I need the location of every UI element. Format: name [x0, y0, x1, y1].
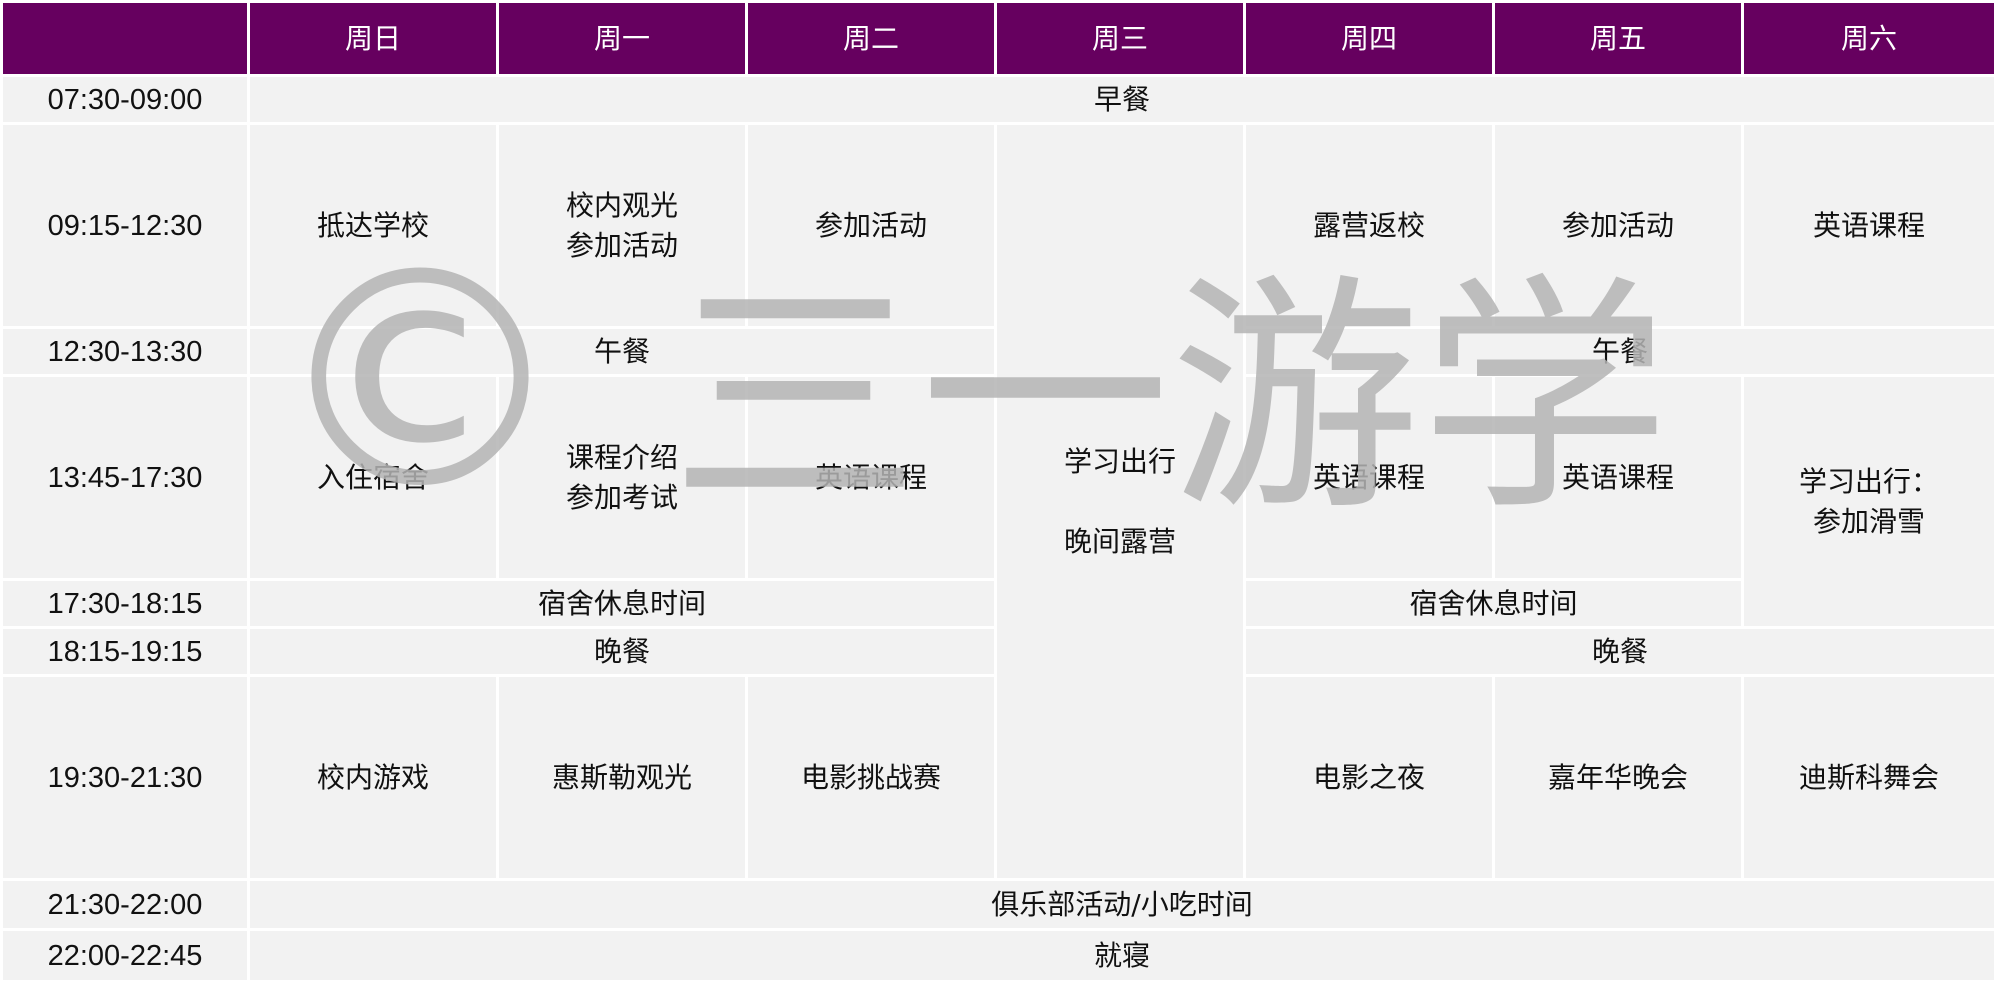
header-day-friday: 周五 [1494, 2, 1743, 76]
row-morning: 09:15-12:30 抵达学校 校内观光 参加活动 参加活动 学习出行 晚间露… [2, 124, 1994, 328]
thursday-afternoon-cell: 英语课程 [1245, 376, 1494, 580]
header-corner [2, 2, 249, 76]
rest-right-cell: 宿舍休息时间 [1245, 580, 1743, 628]
thursday-morning-cell: 露营返校 [1245, 124, 1494, 328]
header-day-monday: 周一 [498, 2, 747, 76]
friday-afternoon-cell: 英语课程 [1494, 376, 1743, 580]
tuesday-morning-cell: 参加活动 [747, 124, 996, 328]
time-cell: 13:45-17:30 [2, 376, 249, 580]
header-day-saturday: 周六 [1743, 2, 1994, 76]
time-cell: 21:30-22:00 [2, 880, 249, 930]
breakfast-cell: 早餐 [249, 76, 1994, 124]
header-day-tuesday: 周二 [747, 2, 996, 76]
thursday-evening-cell: 电影之夜 [1245, 676, 1494, 880]
sunday-evening-cell: 校内游戏 [249, 676, 498, 880]
friday-morning-cell: 参加活动 [1494, 124, 1743, 328]
time-cell: 09:15-12:30 [2, 124, 249, 328]
tuesday-afternoon-cell: 英语课程 [747, 376, 996, 580]
sleep-cell: 就寝 [249, 930, 1994, 982]
header-day-wednesday: 周三 [996, 2, 1245, 76]
header-day-thursday: 周四 [1245, 2, 1494, 76]
row-club: 21:30-22:00 俱乐部活动/小吃时间 [2, 880, 1994, 930]
lunch-right-cell: 午餐 [1245, 328, 1994, 376]
sunday-afternoon-cell: 入住宿舍 [249, 376, 498, 580]
time-cell: 19:30-21:30 [2, 676, 249, 880]
wednesday-trip-spacer [997, 482, 1243, 522]
time-cell: 22:00-22:45 [2, 930, 249, 982]
time-cell: 17:30-18:15 [2, 580, 249, 628]
row-breakfast: 07:30-09:00 早餐 [2, 76, 1994, 124]
sunday-morning-cell: 抵达学校 [249, 124, 498, 328]
time-cell: 12:30-13:30 [2, 328, 249, 376]
rest-left-cell: 宿舍休息时间 [249, 580, 996, 628]
dinner-left-cell: 晚餐 [249, 628, 996, 676]
club-cell: 俱乐部活动/小吃时间 [249, 880, 1994, 930]
saturday-evening-cell: 迪斯科舞会 [1743, 676, 1994, 880]
saturday-afternoon-cell: 学习出行： 参加滑雪 [1743, 376, 1994, 628]
time-cell: 18:15-19:15 [2, 628, 249, 676]
wednesday-trip-cell: 学习出行 晚间露营 [996, 124, 1245, 880]
wednesday-trip-line1: 学习出行 [1064, 445, 1176, 478]
monday-afternoon-cell: 课程介绍 参加考试 [498, 376, 747, 580]
weekly-schedule-table: 周日 周一 周二 周三 周四 周五 周六 07:30-09:00 早餐 09:1… [0, 0, 1994, 983]
row-sleep: 22:00-22:45 就寝 [2, 930, 1994, 982]
saturday-morning-cell: 英语课程 [1743, 124, 1994, 328]
header-row: 周日 周一 周二 周三 周四 周五 周六 [2, 2, 1994, 76]
time-cell: 07:30-09:00 [2, 76, 249, 124]
lunch-left-cell: 午餐 [249, 328, 996, 376]
monday-evening-cell: 惠斯勒观光 [498, 676, 747, 880]
friday-evening-cell: 嘉年华晚会 [1494, 676, 1743, 880]
monday-morning-cell: 校内观光 参加活动 [498, 124, 747, 328]
header-day-sunday: 周日 [249, 2, 498, 76]
tuesday-evening-cell: 电影挑战赛 [747, 676, 996, 880]
dinner-right-cell: 晚餐 [1245, 628, 1994, 676]
wednesday-trip-line2: 晚间露营 [1064, 525, 1176, 558]
